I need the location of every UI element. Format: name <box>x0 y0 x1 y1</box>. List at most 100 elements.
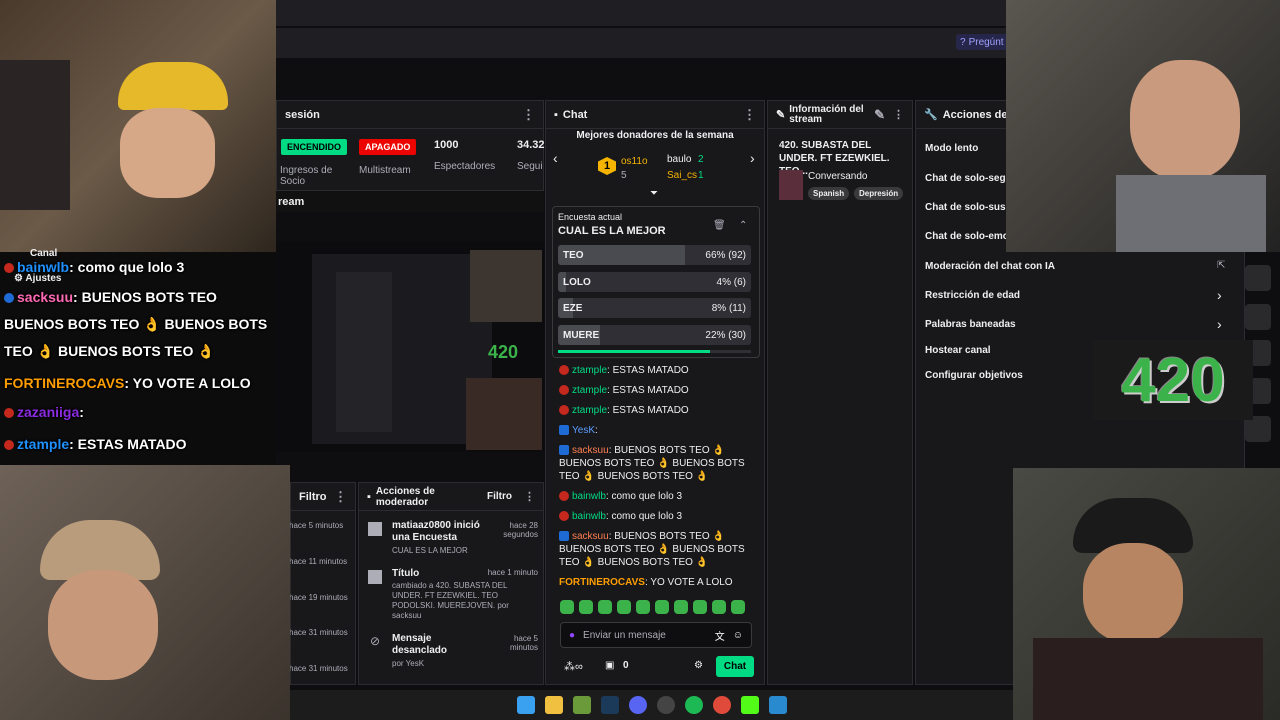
overlay-username: FORTINEROCAVS <box>4 375 125 391</box>
rail-icon[interactable] <box>1245 304 1271 330</box>
obs-icon[interactable] <box>656 696 675 714</box>
chat-text: : ESTAS MATADO <box>607 365 689 376</box>
user-edit-icon <box>368 570 382 584</box>
channel-logo: 420 <box>1093 340 1253 420</box>
collapse-icon[interactable]: ⏷ <box>650 188 658 199</box>
channel-points-icon[interactable]: ▣ <box>605 660 614 671</box>
emote-icon[interactable] <box>731 600 745 614</box>
beanie <box>118 62 228 110</box>
badge-icon <box>559 491 569 502</box>
donor-3-name[interactable]: Sai_cs <box>667 170 697 181</box>
emote-icon[interactable] <box>674 600 688 614</box>
overlay-text: BUENOS BOTS TEO 👌 BUENOS BOTS <box>4 316 268 332</box>
emoji-icon[interactable]: ☺ <box>733 630 743 641</box>
badge-icon <box>4 263 14 274</box>
more-icon[interactable]: ⋮ <box>524 490 535 503</box>
slow-mode-toggle[interactable]: Modo lento <box>925 143 978 154</box>
chat-username[interactable]: YesK <box>572 425 595 436</box>
chevron-right-icon[interactable]: › <box>1217 287 1222 303</box>
followers-only-toggle[interactable]: Chat de solo-segu <box>925 173 1012 184</box>
emote-icon[interactable] <box>655 600 669 614</box>
chevron-right-icon[interactable]: › <box>750 150 755 166</box>
mod-log-time: hace 11 minutos <box>289 557 348 566</box>
windows-start-icon[interactable] <box>516 696 535 714</box>
chevron-right-icon[interactable]: › <box>1217 316 1222 332</box>
chrome-icon[interactable] <box>712 696 731 714</box>
poll-option-result: 8% (11) <box>711 302 746 314</box>
emote-icon[interactable] <box>579 600 593 614</box>
poll-title: CUAL ES LA MEJOR <box>558 225 666 237</box>
donor-2-count: 2 <box>698 154 704 165</box>
steam-icon[interactable] <box>600 696 619 714</box>
mic-icon[interactable]: ● <box>569 630 575 641</box>
browser-top-bar: ? Pregúnt <box>276 0 1008 58</box>
tag-spanish[interactable]: Spanish <box>808 187 850 200</box>
tag-depresion[interactable]: Depresión <box>854 187 904 200</box>
donor-2-name[interactable]: baulo <box>667 154 691 165</box>
banned-words-link[interactable]: Palabras baneadas <box>925 319 1016 330</box>
kick-icon[interactable] <box>740 696 759 714</box>
more-icon[interactable]: ⋮ <box>522 107 535 123</box>
stream-preview-header: ream <box>276 190 544 212</box>
filter-button[interactable]: Filtro <box>487 491 512 502</box>
emote-only-toggle[interactable]: Chat de solo-emo <box>925 231 1009 242</box>
overlay-chat-line: FORTINEROCAVS: YO VOTE A LOLO <box>4 375 251 391</box>
chevron-up-icon[interactable]: ⌃ <box>739 220 747 231</box>
chat-username[interactable]: sacksuu <box>572 445 609 456</box>
file-explorer-icon[interactable] <box>544 696 563 714</box>
more-icon[interactable]: ⋮ <box>334 489 347 505</box>
divider <box>276 26 1006 28</box>
stream-category[interactable]: Conversando <box>808 171 867 182</box>
community-icon[interactable]: ⁂∞ <box>564 660 583 673</box>
chat-username[interactable]: ztample <box>572 405 607 416</box>
chat-username[interactable]: sacksuu <box>572 531 609 542</box>
app-icon[interactable] <box>572 696 591 714</box>
more-icon[interactable]: ⋮ <box>893 108 904 121</box>
chat-bubble-icon: ▪ <box>554 108 558 121</box>
emote-icon[interactable] <box>617 600 631 614</box>
discord-icon[interactable] <box>628 696 647 714</box>
translate-icon[interactable]: 文 <box>715 628 725 643</box>
chat-username[interactable]: ztample <box>572 365 607 376</box>
poll-option-label: LOLO <box>563 276 591 288</box>
chat-input[interactable]: ● Enviar un mensaje 文 ☺ <box>560 622 752 648</box>
app-icon[interactable] <box>768 696 787 714</box>
more-icon[interactable]: ⋮ <box>743 107 756 123</box>
mod-log-left-panel: Filtro ⋮ <box>290 482 356 685</box>
rail-icon[interactable] <box>1245 265 1271 291</box>
chat-username[interactable]: bainwlb <box>572 491 606 502</box>
emote-icon[interactable] <box>712 600 726 614</box>
mod-action-detail: por YesK <box>392 659 425 668</box>
top-donors-title: Mejores donadores de la semana <box>576 130 734 141</box>
subscribers-only-toggle[interactable]: Chat de solo-susc <box>925 202 1011 213</box>
chat-username[interactable]: ztample <box>572 385 607 396</box>
send-chat-button[interactable]: Chat <box>716 656 754 677</box>
overlay-text: : como que lolo 3 <box>69 259 185 275</box>
edit-icon[interactable]: ✎ <box>874 107 885 123</box>
stream-info-title: Información del stream <box>789 103 864 125</box>
set-goals-button[interactable]: Configurar objetivos <box>925 370 1023 381</box>
emote-icon[interactable] <box>693 600 707 614</box>
trash-icon[interactable]: 🗑 <box>713 220 726 231</box>
emote-icon[interactable] <box>560 600 574 614</box>
age-restriction-link[interactable]: Restricción de edad <box>925 290 1020 301</box>
chat-username[interactable]: FORTINEROCAVS <box>559 577 645 588</box>
mod-action-time: hace 1 minuto <box>487 568 538 577</box>
host-channel-button[interactable]: Hostear canal <box>925 345 991 356</box>
ai-moderation-link[interactable]: Moderación del chat con IA <box>925 261 1055 272</box>
overlay-channel-label: Canal <box>30 248 58 259</box>
chevron-left-icon[interactable]: ‹ <box>553 150 558 166</box>
chat-text: : <box>594 425 598 436</box>
external-link-icon[interactable]: ⇱ <box>1217 260 1225 271</box>
help-button[interactable]: ? Pregúnt <box>956 34 1008 50</box>
dashboard-header <box>276 58 1006 100</box>
emote-icon[interactable] <box>636 600 650 614</box>
spotify-icon[interactable] <box>684 696 703 714</box>
overlay-text: : YO VOTE A LOLO <box>124 375 251 391</box>
filter-label[interactable]: Filtro <box>299 491 327 503</box>
pin-icon: ✎ <box>776 109 786 121</box>
donor-1-name[interactable]: os11o <box>621 156 648 167</box>
emote-icon[interactable] <box>598 600 612 614</box>
settings-icon[interactable]: ⚙ <box>694 660 703 671</box>
chat-username[interactable]: bainwlb <box>572 511 606 522</box>
